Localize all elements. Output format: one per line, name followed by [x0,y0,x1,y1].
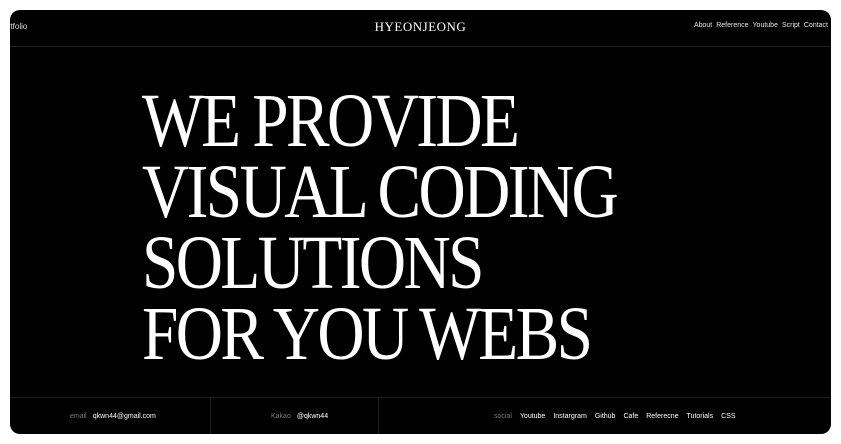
page-frame: Portfolio HYEONJEONG About Reference You… [10,10,831,434]
nav-youtube[interactable]: Youtube [753,22,778,29]
social-css[interactable]: CSS [721,413,735,420]
site-header: Portfolio HYEONJEONG About Reference You… [10,10,831,47]
main-nav: About Reference Youtube Script Contact [694,22,828,29]
hero-line-3: SOLUTIONS [142,221,484,305]
site-footer: email qkwn44@gmail.com Kakao @qkwn44 soc… [10,397,831,434]
footer-email-cell: email qkwn44@gmail.com [10,398,211,434]
social-cafe[interactable]: Cafe [623,413,638,420]
nav-reference[interactable]: Reference [716,22,748,29]
footer-social-cell: social Youtube Instargram Github Cafe Re… [379,398,831,434]
social-label: social [494,412,512,420]
nav-contact[interactable]: Contact [804,22,828,29]
hero-line-4: FOR YOU WEBS [142,292,593,376]
kakao-label: Kakao [271,412,291,420]
social-youtube[interactable]: Youtube [520,413,545,420]
nav-script[interactable]: Script [782,22,800,29]
social-reference[interactable]: Referecne [646,413,678,420]
hero-line-2: VISUAL CODING [142,150,619,234]
social-instagram[interactable]: Instargram [553,413,586,420]
email-label: email [70,412,87,420]
nav-about[interactable]: About [694,22,712,29]
email-link[interactable]: qkwn44@gmail.com [93,413,156,420]
kakao-link[interactable]: @qkwn44 [297,413,328,420]
social-tutorials[interactable]: Tutorials [687,413,714,420]
hero-headline: WE PROVIDE VISUAL CODING SOLUTIONS FOR Y… [142,79,692,376]
social-github[interactable]: Github [595,413,616,420]
hero-line-1: WE PROVIDE [142,79,520,163]
footer-kakao-cell: Kakao @qkwn44 [211,398,379,434]
